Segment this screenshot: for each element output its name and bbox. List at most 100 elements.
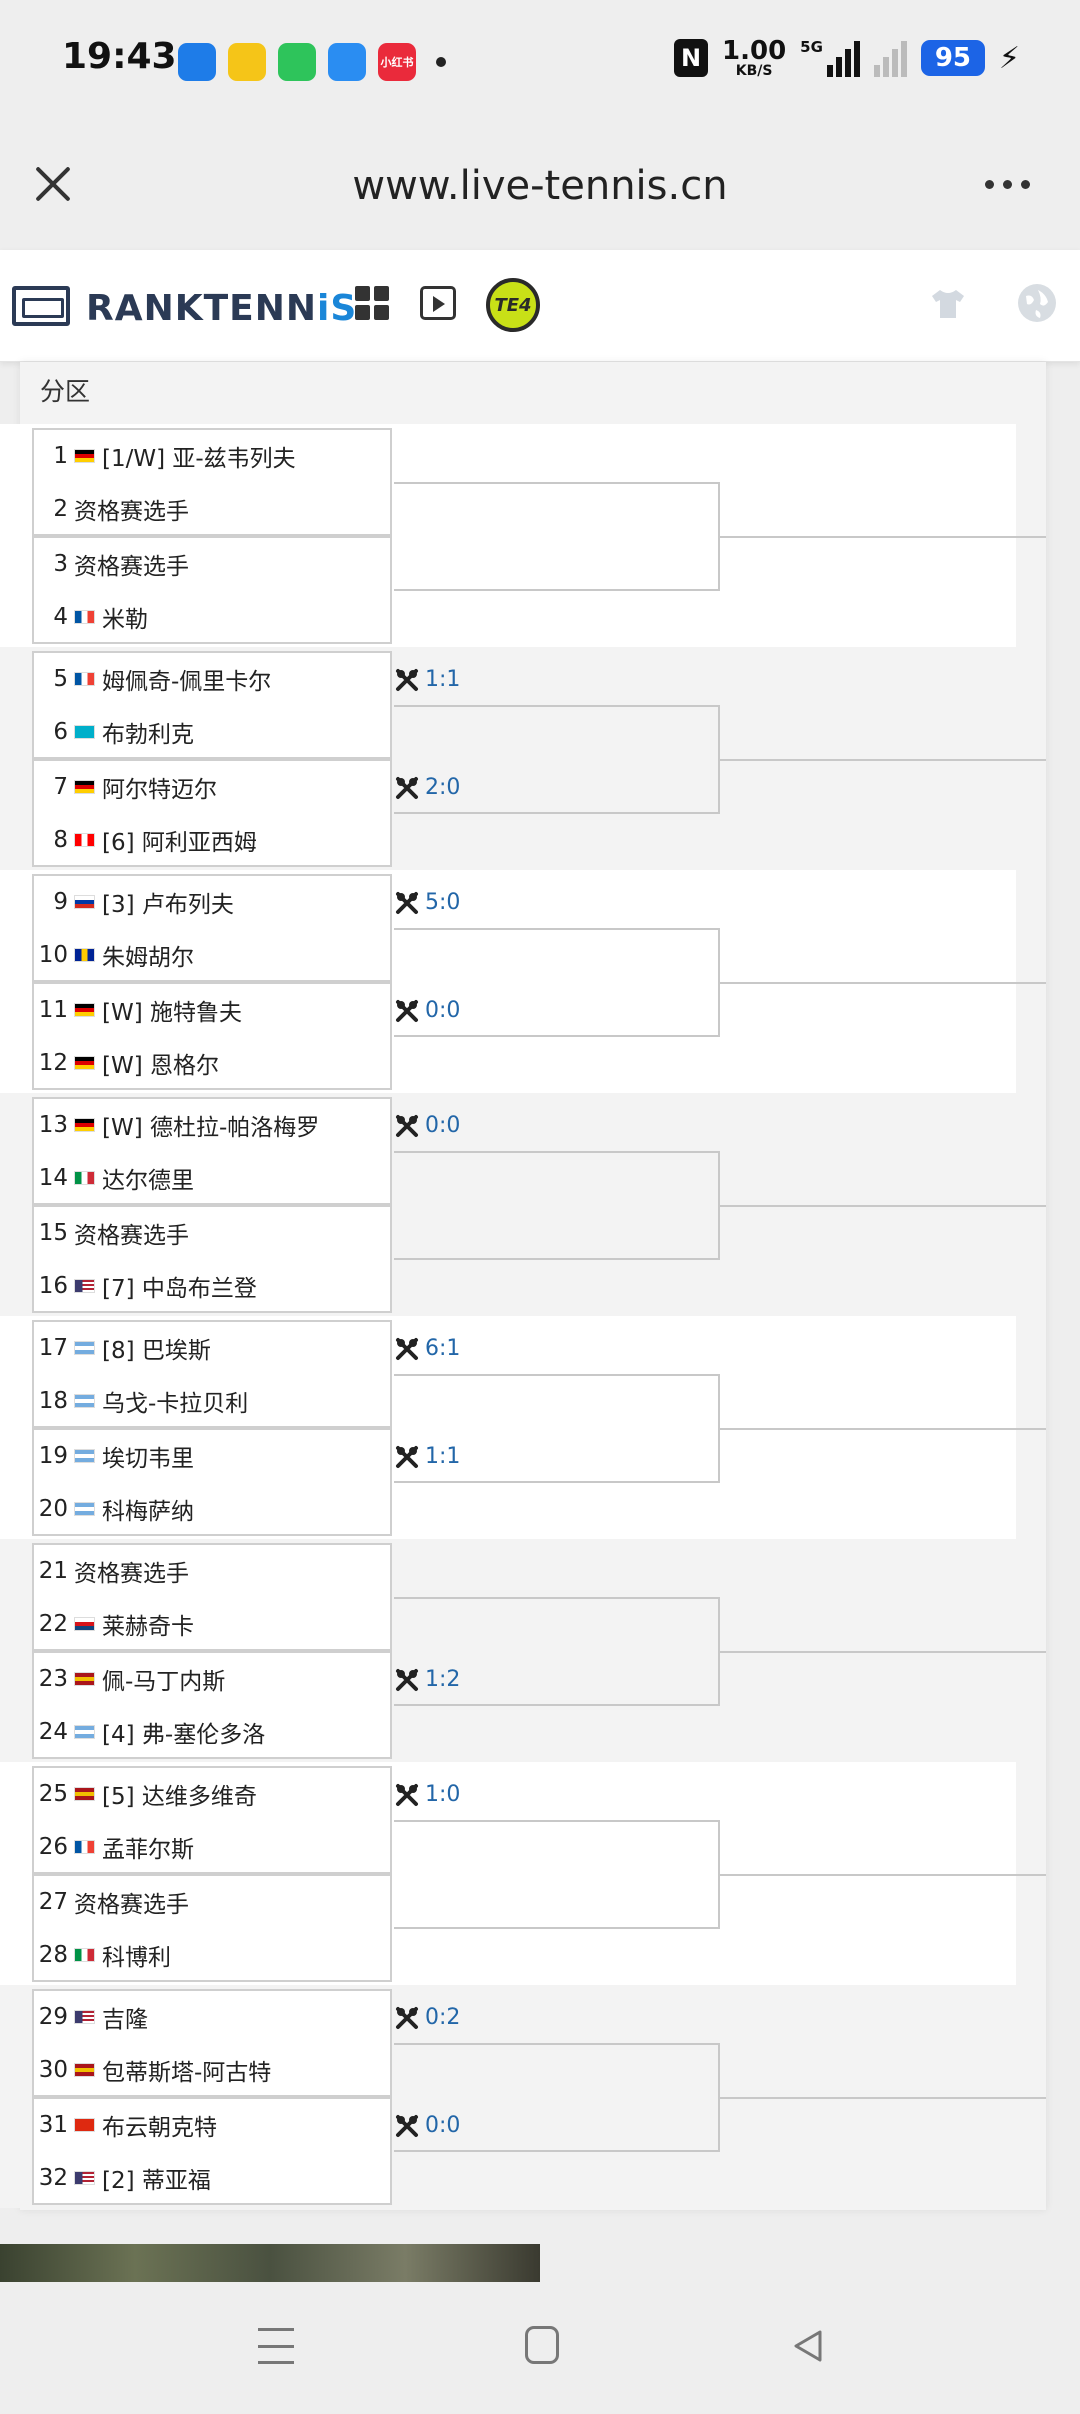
player-name[interactable]: 资格赛选手 [74, 1216, 189, 1250]
player-row[interactable]: 24 [4] 弗-塞伦多洛 [34, 1706, 390, 1758]
player-name[interactable]: 乌戈-卡拉贝利 [102, 1384, 248, 1418]
player-row[interactable]: 27 资格赛选手 [34, 1876, 390, 1928]
video-icon[interactable] [420, 286, 456, 320]
player-name[interactable]: [4] 弗-塞伦多洛 [102, 1715, 265, 1749]
h2h-score-link[interactable]: 6:1 [395, 1336, 460, 1361]
match-box[interactable]: 9 [3] 卢布列夫 10 朱姆胡尔 [32, 874, 392, 982]
player-row[interactable]: 26 孟菲尔斯 [34, 1821, 390, 1873]
h2h-score-link[interactable]: 1:2 [395, 1667, 460, 1692]
player-row[interactable]: 22 莱赫奇卡 [34, 1598, 390, 1650]
player-name[interactable]: 布勃利克 [102, 715, 194, 749]
player-name[interactable]: 布云朝克特 [102, 2108, 217, 2142]
player-name[interactable]: [2] 蒂亚福 [102, 2161, 211, 2195]
player-row[interactable]: 29 吉隆 [34, 1991, 390, 2043]
player-row[interactable]: 10 朱姆胡尔 [34, 929, 390, 981]
player-row[interactable]: 20 科梅萨纳 [34, 1483, 390, 1535]
match-box[interactable]: 13 [W] 德杜拉-帕洛梅罗 14 达尔德里 [32, 1097, 392, 1205]
player-row[interactable]: 15 资格赛选手 [34, 1207, 390, 1259]
player-row[interactable]: 32 [2] 蒂亚福 [34, 2152, 390, 2204]
match-box[interactable]: 19 埃切韦里 20 科梅萨纳 [32, 1428, 392, 1536]
player-name[interactable]: [W] 施特鲁夫 [102, 993, 242, 1027]
match-box[interactable]: 21 资格赛选手 22 莱赫奇卡 [32, 1543, 392, 1651]
h2h-score-link[interactable]: 2:0 [395, 775, 460, 800]
player-name[interactable]: 科博利 [102, 1938, 171, 1972]
h2h-score-link[interactable]: 0:0 [395, 1113, 460, 1138]
player-name[interactable]: [1/W] 亚-兹韦列夫 [102, 439, 296, 473]
h2h-score[interactable]: 1:2 [425, 1667, 460, 1692]
player-name[interactable]: [8] 巴埃斯 [102, 1331, 211, 1365]
player-name[interactable]: 佩-马丁内斯 [102, 1662, 225, 1696]
player-name[interactable]: 米勒 [102, 600, 148, 634]
player-row[interactable]: 23 佩-马丁内斯 [34, 1653, 390, 1705]
player-name[interactable]: [W] 恩格尔 [102, 1046, 219, 1080]
h2h-score-link[interactable]: 0:0 [395, 998, 460, 1023]
match-box[interactable]: 1 [1/W] 亚-兹韦列夫 2 资格赛选手 [32, 428, 392, 536]
globe-icon[interactable] [1018, 284, 1056, 322]
player-row[interactable]: 16 [7] 中岛布兰登 [34, 1260, 390, 1312]
player-row[interactable]: 1 [1/W] 亚-兹韦列夫 [34, 430, 390, 482]
player-row[interactable]: 7 阿尔特迈尔 [34, 761, 390, 813]
h2h-score[interactable]: 2:0 [425, 775, 460, 800]
player-name[interactable]: 资格赛选手 [74, 1554, 189, 1588]
player-row[interactable]: 6 布勃利克 [34, 706, 390, 758]
player-row[interactable]: 28 科博利 [34, 1929, 390, 1981]
shirt-icon[interactable] [930, 288, 966, 320]
player-row[interactable]: 3 资格赛选手 [34, 538, 390, 590]
match-box[interactable]: 27 资格赛选手 28 科博利 [32, 1874, 392, 1982]
h2h-score[interactable]: 6:1 [425, 1336, 460, 1361]
player-name[interactable]: 阿尔特迈尔 [102, 770, 217, 804]
article-image[interactable] [0, 2244, 540, 2284]
match-box[interactable]: 7 阿尔特迈尔 8 [6] 阿利亚西姆 [32, 759, 392, 867]
match-box[interactable]: 11 [W] 施特鲁夫 12 [W] 恩格尔 [32, 982, 392, 1090]
player-row[interactable]: 30 包蒂斯塔-阿古特 [34, 2044, 390, 2096]
back-icon[interactable] [788, 2326, 828, 2366]
match-box[interactable]: 3 资格赛选手 4 米勒 [32, 536, 392, 644]
match-box[interactable]: 17 [8] 巴埃斯 18 乌戈-卡拉贝利 [32, 1320, 392, 1428]
h2h-score-link[interactable]: 1:1 [395, 1444, 460, 1469]
more-menu-icon[interactable] [985, 180, 1030, 189]
player-name[interactable]: 孟菲尔斯 [102, 1830, 194, 1864]
player-row[interactable]: 19 埃切韦里 [34, 1430, 390, 1482]
player-name[interactable]: 莱赫奇卡 [102, 1607, 194, 1641]
player-row[interactable]: 9 [3] 卢布列夫 [34, 876, 390, 928]
player-name[interactable]: 资格赛选手 [74, 492, 189, 526]
h2h-score[interactable]: 1:1 [425, 1444, 460, 1469]
player-row[interactable]: 4 米勒 [34, 591, 390, 643]
h2h-score[interactable]: 1:0 [425, 1782, 460, 1807]
recent-apps-icon[interactable] [258, 2328, 294, 2364]
player-row[interactable]: 17 [8] 巴埃斯 [34, 1322, 390, 1374]
h2h-score[interactable]: 1:1 [425, 667, 460, 692]
player-name[interactable]: 姆佩奇-佩里卡尔 [102, 662, 271, 696]
te4-badge[interactable]: TE4 [486, 278, 540, 332]
h2h-score-link[interactable]: 5:0 [395, 890, 460, 915]
match-box[interactable]: 31 布云朝克特 32 [2] 蒂亚福 [32, 2097, 392, 2205]
ranktennis-logo-icon[interactable] [12, 286, 70, 326]
h2h-score[interactable]: 5:0 [425, 890, 460, 915]
player-row[interactable]: 5 姆佩奇-佩里卡尔 [34, 653, 390, 705]
h2h-score[interactable]: 0:2 [425, 2005, 460, 2030]
player-name[interactable]: 资格赛选手 [74, 1885, 189, 1919]
player-row[interactable]: 18 乌戈-卡拉贝利 [34, 1375, 390, 1427]
match-box[interactable]: 5 姆佩奇-佩里卡尔 6 布勃利克 [32, 651, 392, 759]
h2h-score[interactable]: 0:0 [425, 998, 460, 1023]
match-box[interactable]: 29 吉隆 30 包蒂斯塔-阿古特 [32, 1989, 392, 2097]
home-icon[interactable] [525, 2326, 559, 2364]
player-row[interactable]: 2 资格赛选手 [34, 483, 390, 535]
h2h-score-link[interactable]: 0:0 [395, 2113, 460, 2138]
grid-menu-icon[interactable] [355, 286, 389, 320]
player-name[interactable]: [6] 阿利亚西姆 [102, 823, 257, 857]
match-box[interactable]: 15 资格赛选手 16 [7] 中岛布兰登 [32, 1205, 392, 1313]
player-name[interactable]: [W] 德杜拉-帕洛梅罗 [102, 1108, 319, 1142]
player-row[interactable]: 12 [W] 恩格尔 [34, 1037, 390, 1089]
player-row[interactable]: 13 [W] 德杜拉-帕洛梅罗 [34, 1099, 390, 1151]
player-name[interactable]: 达尔德里 [102, 1161, 194, 1195]
player-row[interactable]: 25 [5] 达维多维奇 [34, 1768, 390, 1820]
player-row[interactable]: 8 [6] 阿利亚西姆 [34, 814, 390, 866]
h2h-score[interactable]: 0:0 [425, 2113, 460, 2138]
h2h-score-link[interactable]: 1:0 [395, 1782, 460, 1807]
player-name[interactable]: 吉隆 [102, 2000, 148, 2034]
player-row[interactable]: 11 [W] 施特鲁夫 [34, 984, 390, 1036]
h2h-score-link[interactable]: 1:1 [395, 667, 460, 692]
h2h-score-link[interactable]: 0:2 [395, 2005, 460, 2030]
player-name[interactable]: [3] 卢布列夫 [102, 885, 234, 919]
